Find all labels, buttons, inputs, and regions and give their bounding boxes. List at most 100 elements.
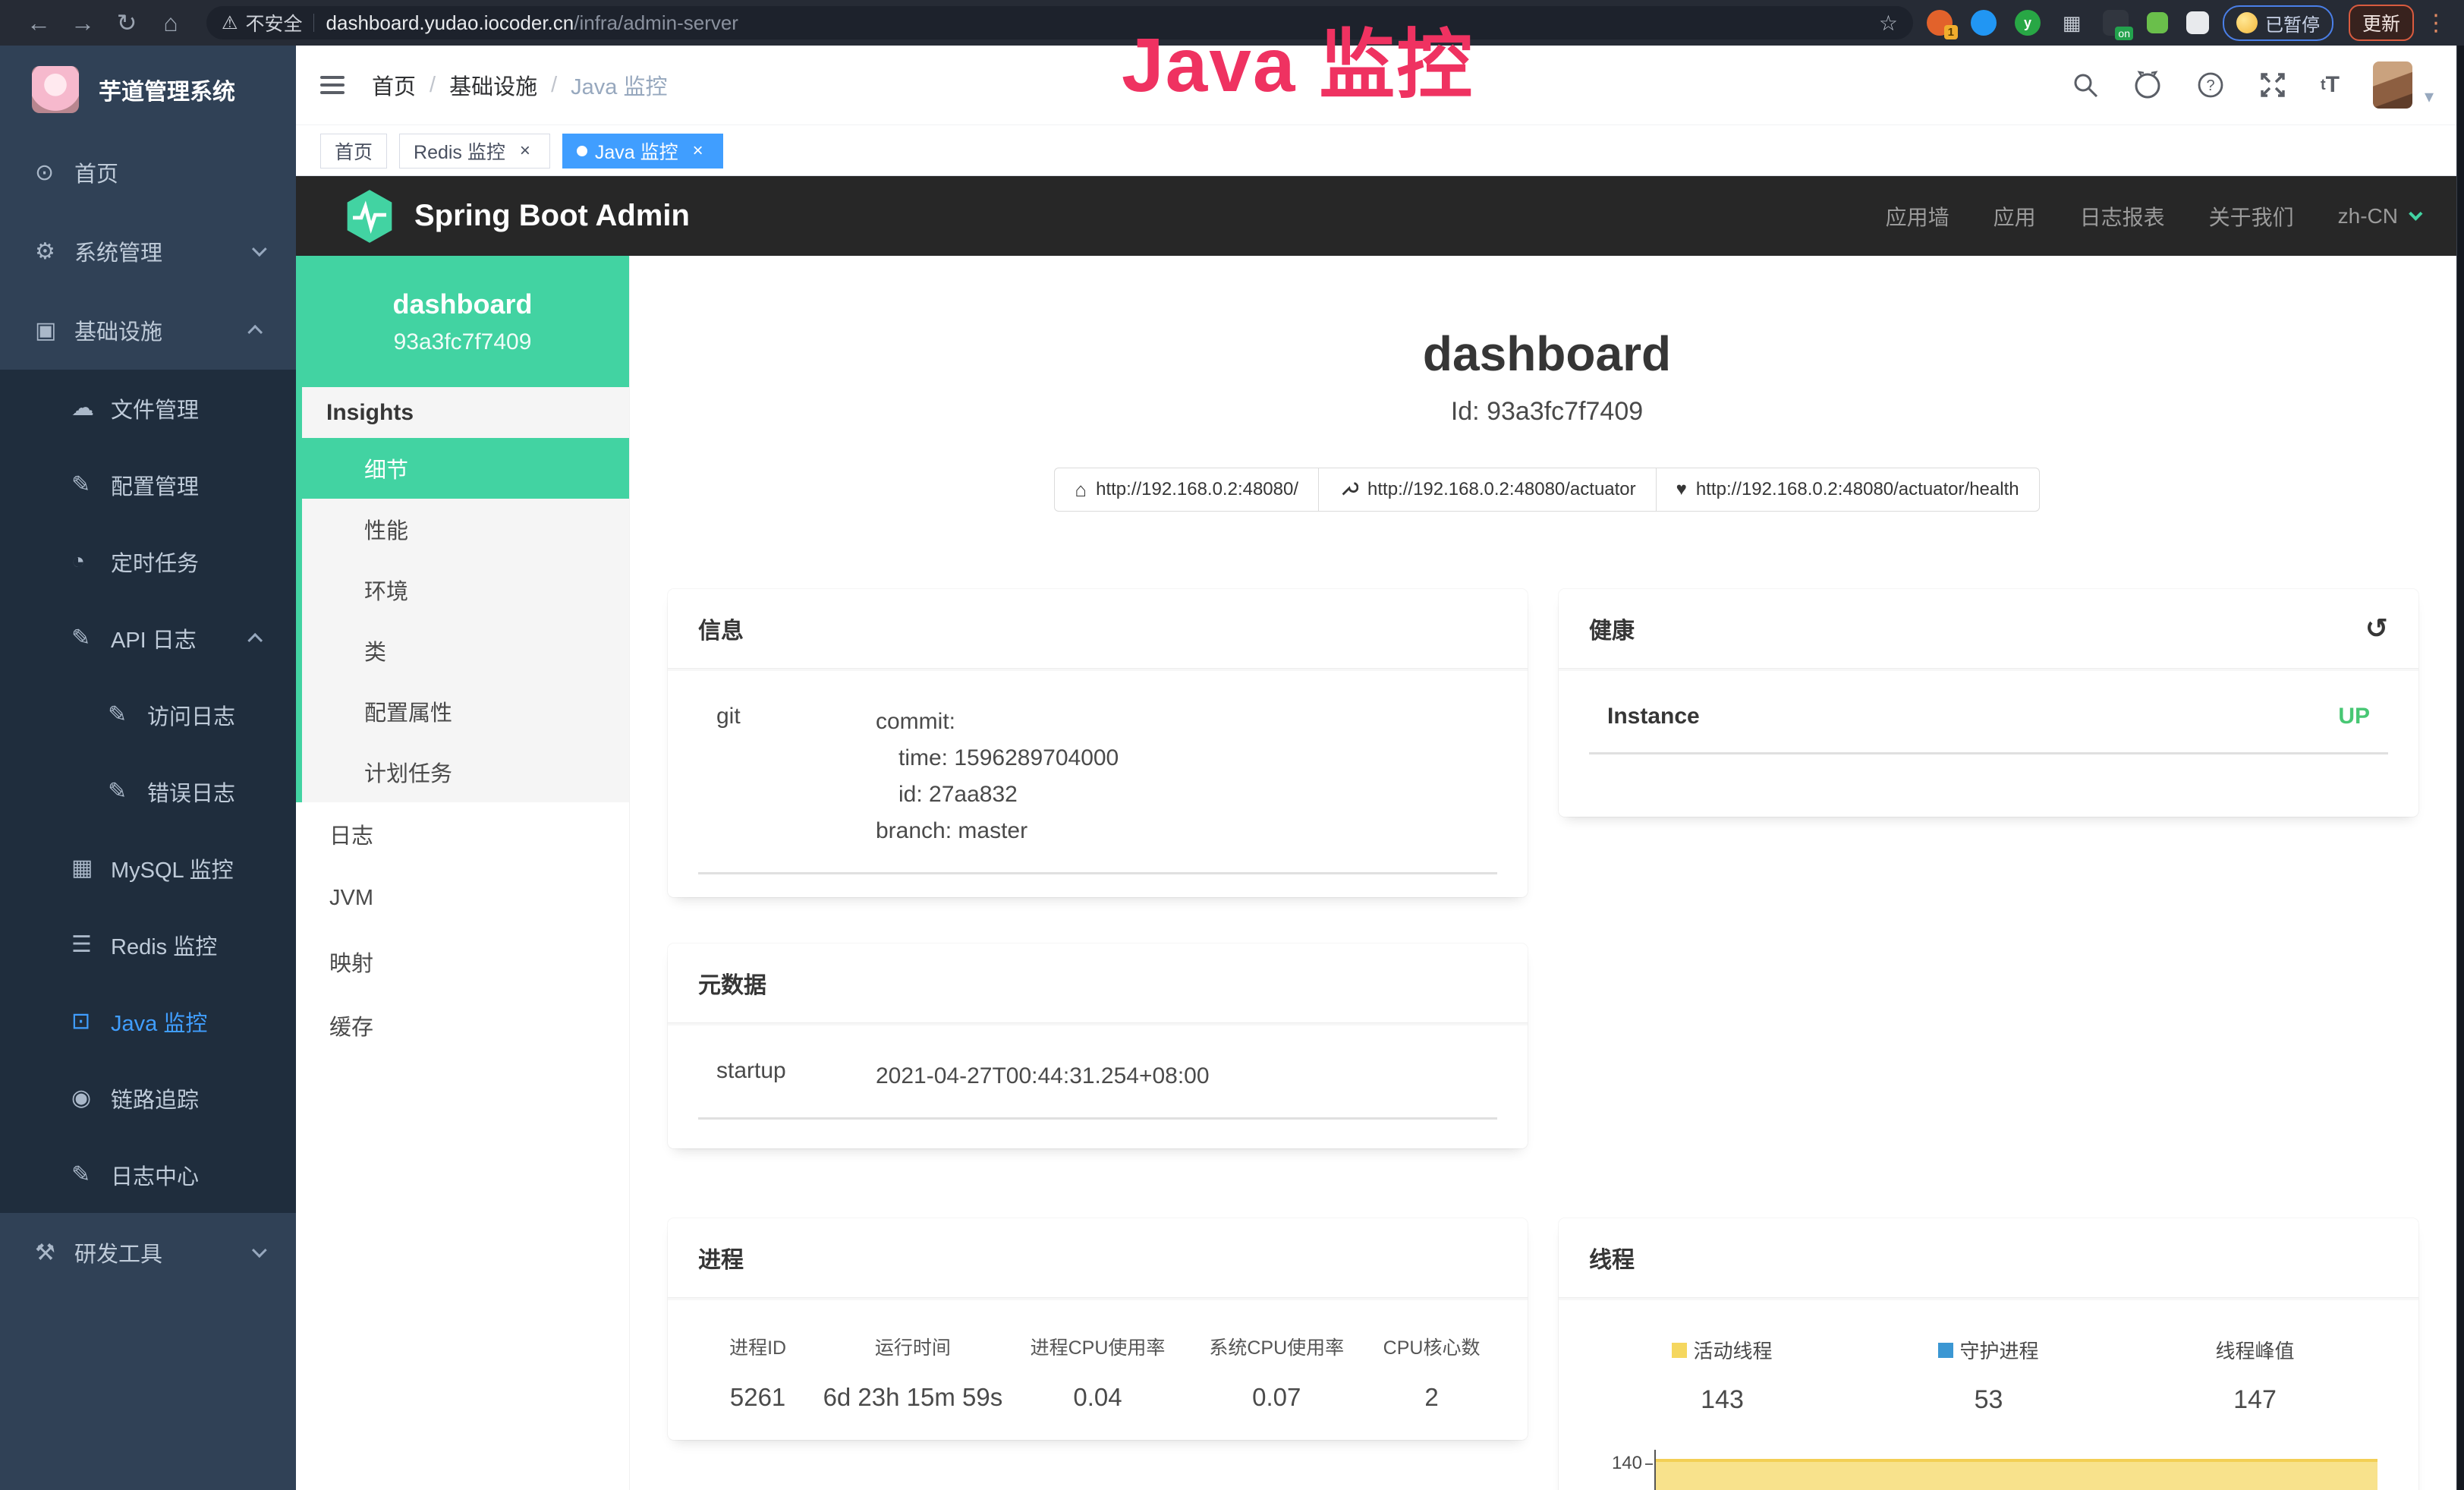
extension-y-icon[interactable]: y [2015, 10, 2041, 36]
sidebar-item-tracing[interactable]: ◉ 链路追踪 [0, 1060, 296, 1136]
extension-pin-icon[interactable] [1971, 10, 1997, 36]
sba-item-environment[interactable]: 环境 [302, 559, 629, 620]
yellow-legend-swatch [1672, 1343, 1687, 1358]
sba-item-mappings[interactable]: 映射 [296, 930, 629, 994]
sba-item-logfile[interactable]: 日志 [296, 802, 629, 866]
sba-nav-journal[interactable]: 日志报表 [2080, 201, 2165, 232]
sba-nav-wallboard[interactable]: 应用墙 [1886, 201, 1949, 232]
breadcrumb-home[interactable]: 首页 [372, 69, 416, 101]
home-icon[interactable]: ⌂ [149, 9, 193, 37]
actuator-url-button[interactable]: http://192.168.0.2:48080/actuator [1318, 468, 1657, 512]
breadcrumb-infrastructure[interactable]: 基础设施 [449, 69, 537, 101]
sidebar-item-label: Redis 监控 [111, 929, 296, 961]
sidebar-item-scheduled-jobs[interactable]: ◔ 定时任务 [0, 523, 296, 600]
sba-item-caches[interactable]: 缓存 [296, 994, 629, 1057]
column-value: 0.07 [1187, 1383, 1366, 1412]
tag-home[interactable]: 首页 [320, 134, 387, 169]
sba-nav: 应用墙 应用 日志报表 关于我们 zh-CN [1886, 201, 2418, 232]
browser-menu-icon[interactable]: ⋮ [2425, 10, 2447, 36]
update-button[interactable]: 更新 [2349, 5, 2414, 41]
process-card: 进程 进程ID 5261 运行时间 6d 23h 15m 59s 进程CPU使用… [668, 1218, 1528, 1440]
sidebar-item-error-logs[interactable]: ✎ 错误日志 [0, 753, 296, 830]
sidebar-item-mysql-monitor[interactable]: ▦ MySQL 监控 [0, 830, 296, 906]
window-scrollbar[interactable] [2456, 46, 2464, 1490]
sidebar-item-dev-tools[interactable]: ⚒ 研发工具 [0, 1213, 296, 1292]
instance-header[interactable]: dashboard 93a3fc7f7409 [296, 256, 629, 387]
close-icon[interactable]: × [515, 140, 536, 162]
profile-paused-badge[interactable]: 已暂停 [2223, 5, 2333, 41]
sba-item-scheduled-tasks[interactable]: 计划任务 [302, 742, 629, 802]
sba-brand[interactable]: Spring Boot Admin [345, 188, 690, 244]
search-icon[interactable] [2072, 71, 2099, 99]
extension-puzzle-icon[interactable] [2186, 11, 2209, 34]
legend-value: 143 [1589, 1385, 1855, 1415]
sidebar-item-access-logs[interactable]: ✎ 访问日志 [0, 676, 296, 753]
sidebar-item-infrastructure[interactable]: ▣ 基础设施 [0, 291, 296, 370]
legend-value: 147 [2122, 1385, 2388, 1415]
tag-java-monitor[interactable]: Java 监控 × [562, 134, 723, 169]
bookmark-star-icon[interactable]: ☆ [1879, 11, 1898, 36]
log-icon: ✎ [71, 625, 111, 651]
column-header: 运行时间 [817, 1333, 1008, 1360]
security-warning-icon[interactable]: ⚠ [222, 12, 238, 34]
info-card: 信息 git commit: time: 1596289704000 id: 2… [668, 589, 1528, 897]
sidebar-item-label: 定时任务 [111, 546, 296, 578]
database-icon: ▦ [71, 855, 111, 881]
sidebar-item-file-mgmt[interactable]: ☁ 文件管理 [0, 370, 296, 446]
sba-item-metrics[interactable]: 性能 [302, 499, 629, 559]
column-value: 0.04 [1009, 1383, 1188, 1412]
app-logo-row[interactable]: 芋道管理系统 [0, 46, 296, 133]
caret-down-icon[interactable]: ▾ [2425, 86, 2434, 108]
address-bar[interactable]: ⚠ 不安全 dashboard.yudao.iocoder.cn /infra/… [206, 6, 1913, 39]
github-icon[interactable] [2132, 71, 2163, 99]
sidebar-item-label: 配置管理 [111, 469, 296, 501]
health-url-button[interactable]: ♥ http://192.168.0.2:48080/actuator/heal… [1656, 468, 2040, 512]
forward-icon[interactable]: → [61, 9, 105, 37]
svg-text:?: ? [2206, 77, 2214, 94]
threads-card: 线程 活动线程 143 守护进程 53 线程峰值 147 [1559, 1218, 2418, 1490]
sidebar-item-label: MySQL 监控 [111, 852, 296, 884]
breadcrumb: 首页 / 基础设施 / Java 监控 [372, 69, 667, 101]
sidebar-item-java-monitor[interactable]: ⊡ Java 监控 [0, 983, 296, 1060]
extension-leaf-icon[interactable] [2147, 12, 2168, 33]
sba-item-details[interactable]: 细节 [302, 438, 629, 499]
sidebar-item-config-mgmt[interactable]: ✎ 配置管理 [0, 446, 296, 523]
tag-redis-monitor[interactable]: Redis 监控 × [399, 134, 550, 169]
url-host: dashboard.yudao.iocoder.cn [326, 11, 574, 35]
system-cpu-column: 系统CPU使用率 0.07 [1187, 1333, 1366, 1412]
extension-grid-icon[interactable]: ▦ [2059, 10, 2085, 36]
sba-locale-select[interactable]: zh-CN [2338, 204, 2418, 228]
column-header: 进程ID [698, 1333, 817, 1360]
back-icon[interactable]: ← [17, 9, 61, 37]
avatar[interactable] [2373, 61, 2412, 109]
legend-label: 守护进程 [1959, 1336, 2038, 1364]
sba-item-jvm[interactable]: JVM [296, 866, 629, 930]
font-size-icon[interactable]: tT [2321, 72, 2340, 98]
sidebar-item-api-logs[interactable]: ✎ API 日志 [0, 600, 296, 676]
extension-dark-icon[interactable]: on [2103, 10, 2129, 36]
sidebar-item-label: API 日志 [111, 622, 252, 654]
reload-icon[interactable]: ↻ [105, 8, 149, 37]
sidebar-item-home[interactable]: ⊙ 首页 [0, 133, 296, 212]
sidebar-item-redis-monitor[interactable]: ☰ Redis 监控 [0, 906, 296, 983]
dashboard-icon: ⊙ [35, 159, 74, 186]
tag-label: Java 监控 [595, 137, 678, 165]
instance-name: dashboard [392, 288, 532, 320]
service-url-button[interactable]: ⌂ http://192.168.0.2:48080/ [1054, 468, 1319, 512]
extension-orange-icon[interactable]: 1 [1927, 10, 1953, 36]
help-icon[interactable]: ? [2196, 71, 2225, 99]
history-icon[interactable]: ↺ [2365, 615, 2388, 642]
hamburger-icon[interactable] [319, 73, 346, 97]
extension-on-chip: on [2115, 27, 2133, 40]
close-icon[interactable]: × [688, 140, 709, 162]
sidebar-item-log-center[interactable]: ✎ 日志中心 [0, 1136, 296, 1213]
insights-group: Insights 细节 性能 环境 类 配置属性 计划任务 [296, 387, 629, 802]
sba-item-config-props[interactable]: 配置属性 [302, 681, 629, 742]
sidebar-item-label: Java 监控 [111, 1006, 296, 1038]
sba-item-classes[interactable]: 类 [302, 620, 629, 681]
annotation-overlay-text: Java 监控 [1122, 3, 1474, 113]
sidebar-item-system-mgmt[interactable]: ⚙ 系统管理 [0, 212, 296, 291]
fullscreen-icon[interactable] [2258, 71, 2287, 99]
sba-nav-applications[interactable]: 应用 [1994, 201, 2036, 232]
sba-nav-about[interactable]: 关于我们 [2209, 201, 2294, 232]
